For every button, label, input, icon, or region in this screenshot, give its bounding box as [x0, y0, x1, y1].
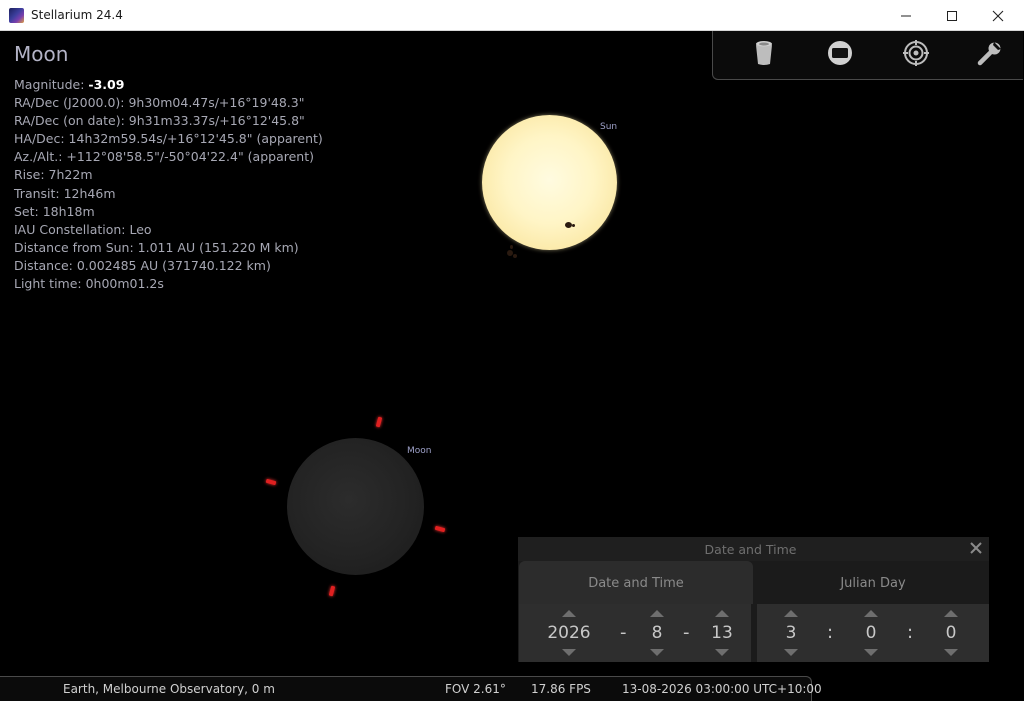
date-separator: - [683, 622, 690, 643]
minute-value[interactable]: 0 [859, 623, 883, 643]
screen-button[interactable] [826, 39, 854, 67]
wrench-button[interactable] [976, 39, 1004, 67]
info-row-magnitude: Magnitude: -3.09 [14, 76, 323, 94]
selection-marker [328, 585, 336, 597]
decrement-arrow-icon[interactable] [944, 649, 958, 656]
maximize-icon [947, 10, 957, 21]
increment-arrow-icon[interactable] [562, 610, 576, 617]
info-row: Az./Alt.: +112°08'58.5"/-50°04'22.4" (ap… [14, 149, 314, 165]
minimize-button[interactable] [883, 0, 929, 31]
fov-status: FOV 2.61° [445, 682, 506, 696]
trash-can-icon [756, 41, 772, 65]
moon-label: Moon [407, 446, 432, 456]
info-row: Set: 18h18m [14, 203, 95, 219]
sun-disc[interactable] [482, 115, 617, 258]
trash-can-button[interactable] [750, 39, 778, 67]
close-button[interactable] [975, 0, 1021, 31]
window-title: Stellarium 24.4 [31, 8, 123, 22]
year-value[interactable]: 2026 [541, 623, 597, 643]
second-value[interactable]: 0 [939, 623, 963, 643]
sunspot [513, 254, 517, 258]
increment-arrow-icon[interactable] [715, 610, 729, 617]
month-value[interactable]: 8 [643, 623, 671, 643]
day-spinbox[interactable]: 13 [705, 604, 739, 662]
info-row: RA/Dec (J2000.0): 9h30m04.47s/+16°19'48.… [14, 95, 305, 111]
dialog-title: Date and Time [704, 542, 797, 557]
magnitude-label: Magnitude: [14, 77, 89, 92]
time-separator: : [907, 622, 914, 643]
info-row: HA/Dec: 14h32m59.54s/+16°12'45.8" (appar… [14, 131, 323, 147]
info-row: Transit: 12h46m [14, 185, 116, 201]
date-separator: - [620, 622, 627, 643]
datetime-status[interactable]: 13-08-2026 03:00:00 UTC+10:00 [622, 682, 822, 696]
increment-arrow-icon[interactable] [864, 610, 878, 617]
date-time-dialog: Date and Time Date and Time Julian Day 2… [518, 537, 989, 662]
sun-label: Sun [600, 122, 618, 132]
tab-julian-day[interactable]: Julian Day [757, 561, 989, 604]
tab-date-and-time[interactable]: Date and Time [519, 561, 753, 604]
decrement-arrow-icon[interactable] [784, 649, 798, 656]
info-row: Distance from Sun: 1.011 AU (151.220 M k… [14, 239, 299, 255]
moon-disc[interactable] [287, 438, 424, 575]
fps-status: 17.86 FPS [531, 682, 591, 696]
info-row: RA/Dec (on date): 9h31m33.37s/+16°12'45.… [14, 113, 305, 129]
decrement-arrow-icon[interactable] [562, 649, 576, 656]
selection-marker [265, 478, 277, 486]
object-name: Moon [14, 42, 69, 66]
time-separator: : [827, 622, 834, 643]
title-bar: Stellarium 24.4 [0, 0, 1024, 31]
decrement-arrow-icon[interactable] [864, 649, 878, 656]
decrement-arrow-icon[interactable] [650, 649, 664, 656]
object-info-panel: Moon Magnitude: -3.09 RA/Dec (J2000.0): … [14, 42, 323, 293]
wrench-icon [977, 42, 1001, 66]
sunspot [565, 222, 572, 228]
info-row: IAU Constellation: Leo [14, 221, 152, 237]
minute-spinbox[interactable]: 0 [859, 604, 883, 662]
day-value[interactable]: 13 [705, 623, 739, 643]
year-spinbox[interactable]: 2026 [541, 604, 597, 662]
close-icon [992, 10, 1004, 21]
dialog-header[interactable]: Date and Time [518, 537, 989, 561]
top-right-toolbar [712, 31, 1023, 80]
info-row: Distance: 0.002485 AU (371740.122 km) [14, 257, 271, 273]
target-icon [903, 40, 929, 66]
month-spinbox[interactable]: 8 [643, 604, 671, 662]
sunspot [510, 245, 513, 249]
increment-arrow-icon[interactable] [944, 610, 958, 617]
selection-marker [434, 525, 446, 533]
stellarium-app-icon [9, 8, 24, 23]
increment-arrow-icon[interactable] [784, 610, 798, 617]
target-button[interactable] [902, 39, 930, 67]
date-fields: 2026 - 8 - 13 [519, 604, 751, 662]
minimize-icon [901, 15, 911, 16]
screen-icon [828, 41, 852, 65]
info-row: Light time: 0h00m01.2s [14, 276, 164, 292]
increment-arrow-icon[interactable] [650, 610, 664, 617]
location-status[interactable]: Earth, Melbourne Observatory, 0 m [63, 682, 275, 696]
bottom-status-bar: Earth, Melbourne Observatory, 0 m FOV 2.… [0, 676, 822, 701]
hour-spinbox[interactable]: 3 [779, 604, 803, 662]
selection-marker [375, 416, 383, 428]
magnitude-value: -3.09 [88, 77, 125, 92]
close-icon [970, 542, 982, 554]
sunspot [572, 224, 575, 227]
sky-view[interactable]: Moon Magnitude: -3.09 RA/Dec (J2000.0): … [1, 31, 1023, 700]
decrement-arrow-icon[interactable] [715, 649, 729, 656]
time-fields: 3 : 0 : 0 [757, 604, 989, 662]
hour-value[interactable]: 3 [779, 623, 803, 643]
second-spinbox[interactable]: 0 [939, 604, 963, 662]
maximize-button[interactable] [929, 0, 975, 31]
dialog-close-button[interactable] [968, 540, 984, 556]
info-row: Rise: 7h22m [14, 167, 93, 183]
